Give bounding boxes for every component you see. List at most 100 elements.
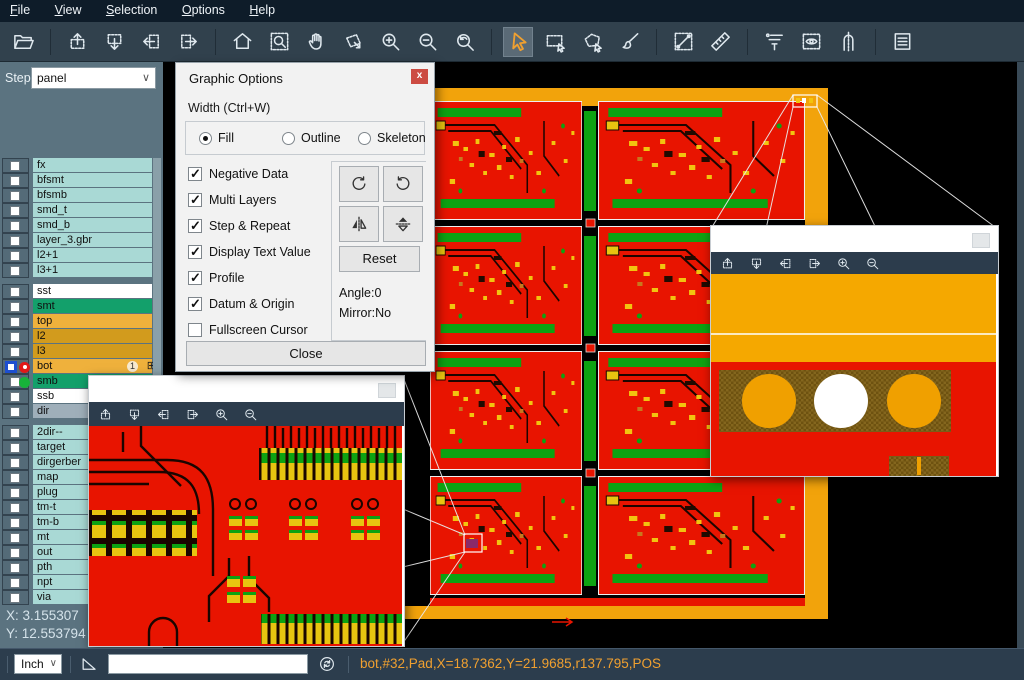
menu-help[interactable]: Help: [239, 0, 285, 17]
layer-label[interactable]: top: [33, 314, 152, 328]
clean-brush-button[interactable]: [614, 27, 644, 57]
layer-checkbox[interactable]: [10, 428, 20, 438]
layer-checkbox-cell[interactable]: [2, 173, 29, 188]
layer-checkbox-cell[interactable]: [2, 515, 29, 530]
layer-checkbox-cell[interactable]: [2, 485, 29, 500]
layer-checkbox-cell[interactable]: [2, 500, 29, 515]
layer-label[interactable]: layer_3.gbr: [33, 233, 152, 247]
layer-label[interactable]: fx: [33, 158, 152, 172]
layer-label[interactable]: sst: [33, 284, 152, 298]
layer-checkbox-cell[interactable]: [2, 188, 29, 203]
refresh-icon[interactable]: [318, 655, 336, 673]
layer-row[interactable]: sst: [0, 284, 163, 299]
mag-pan-up-icon[interactable]: [720, 256, 735, 271]
layer-checkbox[interactable]: [10, 332, 20, 342]
layer-checkbox[interactable]: [10, 443, 20, 453]
pan-right-button[interactable]: [173, 27, 203, 57]
layer-checkbox[interactable]: [10, 287, 20, 297]
menu-selection[interactable]: Selection: [96, 0, 167, 17]
layer-checkbox[interactable]: [10, 317, 20, 327]
layer-checkbox-cell[interactable]: [2, 218, 29, 233]
layer-row-active[interactable]: bot 1 ⊞: [0, 359, 163, 374]
rotate-ccw-button[interactable]: [383, 166, 423, 202]
mag-pan-down-icon[interactable]: [749, 256, 764, 271]
filter-button[interactable]: [759, 27, 789, 57]
layer-row[interactable]: smd_b: [0, 218, 163, 233]
layer-row[interactable]: smt: [0, 299, 163, 314]
mag-pan-right-icon[interactable]: [185, 407, 200, 422]
layer-checkbox[interactable]: [10, 176, 20, 186]
rect-select-button[interactable]: [540, 27, 570, 57]
layer-label[interactable]: smd_b: [33, 218, 152, 232]
home-view-button[interactable]: [227, 27, 257, 57]
layer-label[interactable]: bfsmb: [33, 188, 152, 202]
magnifier-left-titlebar-button[interactable]: [378, 383, 396, 398]
polygon-select-button[interactable]: [577, 27, 607, 57]
mag-pan-up-icon[interactable]: [98, 407, 113, 422]
zoom-previous-button[interactable]: [449, 27, 479, 57]
layer-checkbox[interactable]: [10, 503, 20, 513]
pan-up-button[interactable]: [62, 27, 92, 57]
checkbox-checked[interactable]: [188, 297, 202, 311]
pan-down-button[interactable]: [99, 27, 129, 57]
layer-label[interactable]: l3: [33, 344, 152, 358]
layer-row[interactable]: l3+1: [0, 263, 163, 278]
layer-checkbox[interactable]: [10, 578, 20, 588]
pan-left-button[interactable]: [136, 27, 166, 57]
move-view-button[interactable]: [338, 27, 368, 57]
layer-label[interactable]: smt: [33, 299, 152, 313]
layer-checkbox[interactable]: [10, 563, 20, 573]
layer-checkbox[interactable]: [10, 518, 20, 528]
unit-select[interactable]: Inch ∨: [14, 654, 62, 674]
command-input[interactable]: [108, 654, 308, 674]
layer-checkbox-cell[interactable]: [2, 440, 29, 455]
layer-label[interactable]: smd_t: [33, 203, 152, 217]
layer-row[interactable]: top: [0, 314, 163, 329]
mag-pan-down-icon[interactable]: [127, 407, 142, 422]
zoom-window-button[interactable]: [264, 27, 294, 57]
checkbox-checked[interactable]: [188, 245, 202, 259]
layer-checkbox[interactable]: [10, 206, 20, 216]
select-cursor-button[interactable]: [503, 27, 533, 57]
step-select[interactable]: panel ∨: [31, 67, 156, 89]
pan-hand-button[interactable]: [301, 27, 331, 57]
layer-checkbox-cell[interactable]: [2, 284, 29, 299]
layer-checkbox[interactable]: [10, 302, 20, 312]
layer-checkbox[interactable]: [10, 458, 20, 468]
layer-label[interactable]: bfsmt: [33, 173, 152, 187]
layer-row[interactable]: smd_t: [0, 203, 163, 218]
layer-row[interactable]: bfsmt: [0, 173, 163, 188]
layer-checkbox[interactable]: [10, 548, 20, 558]
checkbox-checked[interactable]: [188, 167, 202, 181]
magnified-pcb-view-right[interactable]: [711, 274, 996, 476]
dialog-close-button[interactable]: x: [411, 69, 428, 84]
layer-checkbox-checked[interactable]: [5, 361, 17, 373]
layer-checkbox[interactable]: [10, 161, 20, 171]
mag-zoom-in-icon[interactable]: [214, 407, 229, 422]
layer-checkbox-cell[interactable]: [2, 374, 29, 389]
radio-button-selected[interactable]: [199, 132, 212, 145]
layer-checkbox-cell[interactable]: [2, 299, 29, 314]
mirror-vertical-button[interactable]: [383, 206, 423, 242]
magnifier-window-left[interactable]: [88, 375, 405, 647]
layer-checkbox-cell[interactable]: [2, 158, 29, 173]
magnified-pcb-view-left[interactable]: [89, 426, 402, 646]
mag-pan-left-icon[interactable]: [778, 256, 793, 271]
layer-row[interactable]: l2: [0, 329, 163, 344]
layer-row[interactable]: l3: [0, 344, 163, 359]
report-form-button[interactable]: [887, 27, 917, 57]
menu-options[interactable]: Options: [172, 0, 235, 17]
layer-row[interactable]: fx: [0, 158, 163, 173]
layer-checkbox[interactable]: [10, 392, 20, 402]
layer-label[interactable]: l2: [33, 329, 152, 343]
layer-checkbox[interactable]: [10, 533, 20, 543]
layer-checkbox-cell[interactable]: [2, 389, 29, 404]
layer-checkbox-cell[interactable]: [2, 263, 29, 278]
layer-checkbox[interactable]: [10, 266, 20, 276]
layer-checkbox-cell[interactable]: [2, 560, 29, 575]
layer-checkbox[interactable]: [10, 593, 20, 603]
layer-checkbox[interactable]: [10, 251, 20, 261]
layer-checkbox[interactable]: [10, 473, 20, 483]
layer-checkbox[interactable]: [10, 407, 20, 417]
mag-zoom-out-icon[interactable]: [865, 256, 880, 271]
